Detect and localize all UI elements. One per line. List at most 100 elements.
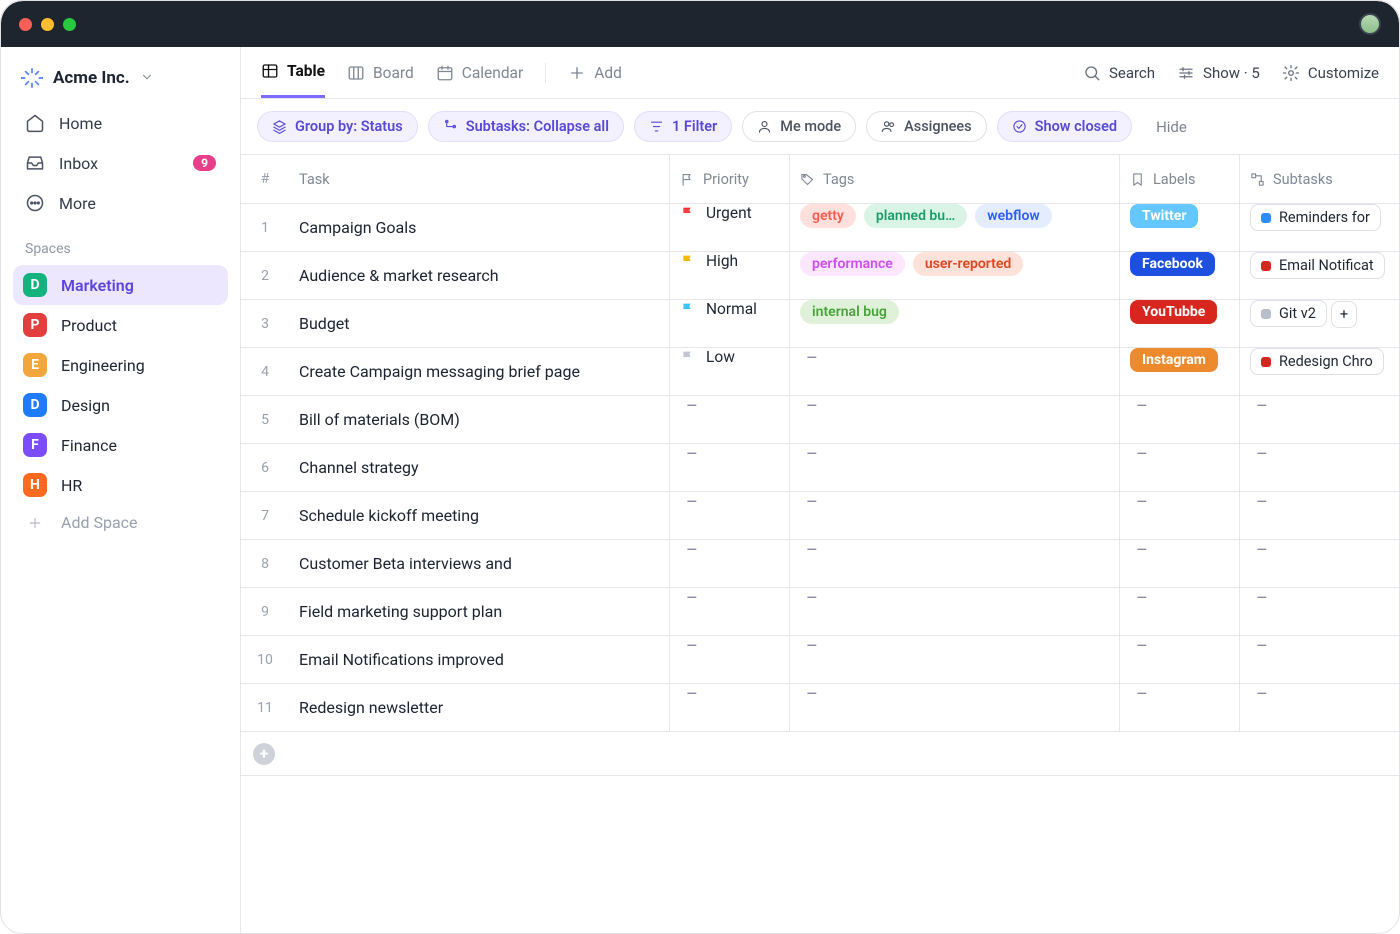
- labels-cell[interactable]: YouTubbe: [1119, 300, 1239, 347]
- close-window[interactable]: [19, 18, 32, 31]
- show-closed-chip[interactable]: Show closed: [997, 111, 1132, 142]
- labels-cell[interactable]: –: [1119, 396, 1239, 443]
- tag-pill[interactable]: planned bu…: [864, 204, 967, 228]
- subtask-chip[interactable]: Git v2: [1250, 300, 1327, 327]
- col-tags[interactable]: Tags: [789, 155, 1119, 203]
- subtasks-cell[interactable]: Redesign Chro: [1239, 348, 1399, 395]
- user-avatar[interactable]: [1359, 13, 1381, 35]
- task-name[interactable]: Budget: [289, 314, 669, 333]
- task-name[interactable]: Redesign newsletter: [289, 698, 669, 717]
- subtasks-cell[interactable]: –: [1239, 396, 1399, 443]
- label-pill[interactable]: Facebook: [1130, 252, 1215, 276]
- col-subtasks[interactable]: Subtasks: [1239, 155, 1399, 203]
- me-mode-chip[interactable]: Me mode: [742, 111, 856, 142]
- add-space-button[interactable]: Add Space: [13, 505, 228, 540]
- table-row[interactable]: 11 Redesign newsletter – – – –: [241, 684, 1399, 732]
- task-name[interactable]: Email Notifications improved: [289, 650, 669, 669]
- view-table[interactable]: Table: [261, 47, 325, 98]
- task-name[interactable]: Campaign Goals: [289, 218, 669, 237]
- labels-cell[interactable]: Instagram: [1119, 348, 1239, 395]
- labels-cell[interactable]: –: [1119, 588, 1239, 635]
- maximize-window[interactable]: [63, 18, 76, 31]
- space-finance[interactable]: FFinance: [13, 425, 228, 465]
- group-by-chip[interactable]: Group by: Status: [257, 111, 418, 142]
- subtasks-cell[interactable]: –: [1239, 444, 1399, 491]
- assignees-chip[interactable]: Assignees: [866, 111, 987, 142]
- tag-pill[interactable]: user-reported: [913, 252, 1023, 276]
- subtasks-cell[interactable]: Email Notificat: [1239, 252, 1399, 299]
- priority-cell[interactable]: –: [669, 636, 789, 683]
- labels-cell[interactable]: –: [1119, 636, 1239, 683]
- label-pill[interactable]: YouTubbe: [1130, 300, 1217, 324]
- priority-cell[interactable]: –: [669, 492, 789, 539]
- customize-button[interactable]: Customize: [1282, 64, 1379, 82]
- labels-cell[interactable]: –: [1119, 444, 1239, 491]
- tags-cell[interactable]: –: [789, 492, 1119, 539]
- table-row[interactable]: 7 Schedule kickoff meeting – – – –: [241, 492, 1399, 540]
- tags-cell[interactable]: –: [789, 636, 1119, 683]
- tag-pill[interactable]: internal bug: [800, 300, 899, 324]
- add-task-row[interactable]: +: [241, 732, 1399, 776]
- tags-cell[interactable]: –: [789, 396, 1119, 443]
- subtask-chip[interactable]: Email Notificat: [1250, 252, 1385, 279]
- labels-cell[interactable]: Facebook: [1119, 252, 1239, 299]
- label-pill[interactable]: Instagram: [1130, 348, 1218, 372]
- col-labels[interactable]: Labels: [1119, 155, 1239, 203]
- subtasks-cell[interactable]: –: [1239, 588, 1399, 635]
- subtasks-cell[interactable]: Git v2 +: [1239, 300, 1399, 347]
- task-name[interactable]: Channel strategy: [289, 458, 669, 477]
- priority-cell[interactable]: Urgent: [669, 204, 789, 251]
- priority-cell[interactable]: High: [669, 252, 789, 299]
- priority-cell[interactable]: –: [669, 396, 789, 443]
- task-name[interactable]: Audience & market research: [289, 266, 669, 285]
- search-button[interactable]: Search: [1083, 64, 1155, 82]
- priority-cell[interactable]: Low: [669, 348, 789, 395]
- priority-cell[interactable]: Normal: [669, 300, 789, 347]
- subtask-chip[interactable]: Reminders for: [1250, 204, 1381, 231]
- table-row[interactable]: 5 Bill of materials (BOM) – – – –: [241, 396, 1399, 444]
- view-board[interactable]: Board: [347, 47, 414, 98]
- task-name[interactable]: Field marketing support plan: [289, 602, 669, 621]
- task-name[interactable]: Schedule kickoff meeting: [289, 506, 669, 525]
- nav-home[interactable]: Home: [13, 103, 228, 143]
- plus-circle-icon[interactable]: +: [253, 743, 275, 765]
- space-product[interactable]: PProduct: [13, 305, 228, 345]
- space-engineering[interactable]: EEngineering: [13, 345, 228, 385]
- tags-cell[interactable]: –: [789, 348, 1119, 395]
- priority-cell[interactable]: –: [669, 444, 789, 491]
- space-hr[interactable]: HHR: [13, 465, 228, 505]
- table-row[interactable]: 1 Campaign Goals Urgent gettyplanned bu……: [241, 204, 1399, 252]
- labels-cell[interactable]: –: [1119, 492, 1239, 539]
- view-calendar[interactable]: Calendar: [436, 47, 524, 98]
- table-row[interactable]: 4 Create Campaign messaging brief page L…: [241, 348, 1399, 396]
- tags-cell[interactable]: –: [789, 444, 1119, 491]
- priority-cell[interactable]: –: [669, 540, 789, 587]
- priority-cell[interactable]: –: [669, 588, 789, 635]
- table-row[interactable]: 3 Budget Normal internal bug YouTubbe Gi…: [241, 300, 1399, 348]
- subtask-more[interactable]: +: [1331, 301, 1357, 328]
- subtasks-cell[interactable]: –: [1239, 492, 1399, 539]
- tags-cell[interactable]: –: [789, 588, 1119, 635]
- table-row[interactable]: 6 Channel strategy – – – –: [241, 444, 1399, 492]
- tag-pill[interactable]: webflow: [975, 204, 1051, 228]
- space-marketing[interactable]: DMarketing: [13, 265, 228, 305]
- labels-cell[interactable]: Twitter: [1119, 204, 1239, 251]
- priority-cell[interactable]: –: [669, 684, 789, 731]
- task-name[interactable]: Create Campaign messaging brief page: [289, 362, 669, 381]
- tags-cell[interactable]: performanceuser-reported: [789, 252, 1119, 299]
- task-name[interactable]: Bill of materials (BOM): [289, 410, 669, 429]
- col-priority[interactable]: Priority: [669, 155, 789, 203]
- labels-cell[interactable]: –: [1119, 540, 1239, 587]
- label-pill[interactable]: Twitter: [1130, 204, 1198, 228]
- nav-inbox[interactable]: Inbox 9: [13, 143, 228, 183]
- table-row[interactable]: 2 Audience & market research High perfor…: [241, 252, 1399, 300]
- col-task[interactable]: Task: [289, 155, 669, 203]
- labels-cell[interactable]: –: [1119, 684, 1239, 731]
- table-row[interactable]: 10 Email Notifications improved – – – –: [241, 636, 1399, 684]
- tags-cell[interactable]: –: [789, 684, 1119, 731]
- nav-more[interactable]: More: [13, 183, 228, 223]
- show-button[interactable]: Show · 5: [1177, 64, 1260, 82]
- table-row[interactable]: 9 Field marketing support plan – – – –: [241, 588, 1399, 636]
- add-view[interactable]: Add: [568, 47, 622, 98]
- subtasks-cell[interactable]: Reminders for: [1239, 204, 1399, 251]
